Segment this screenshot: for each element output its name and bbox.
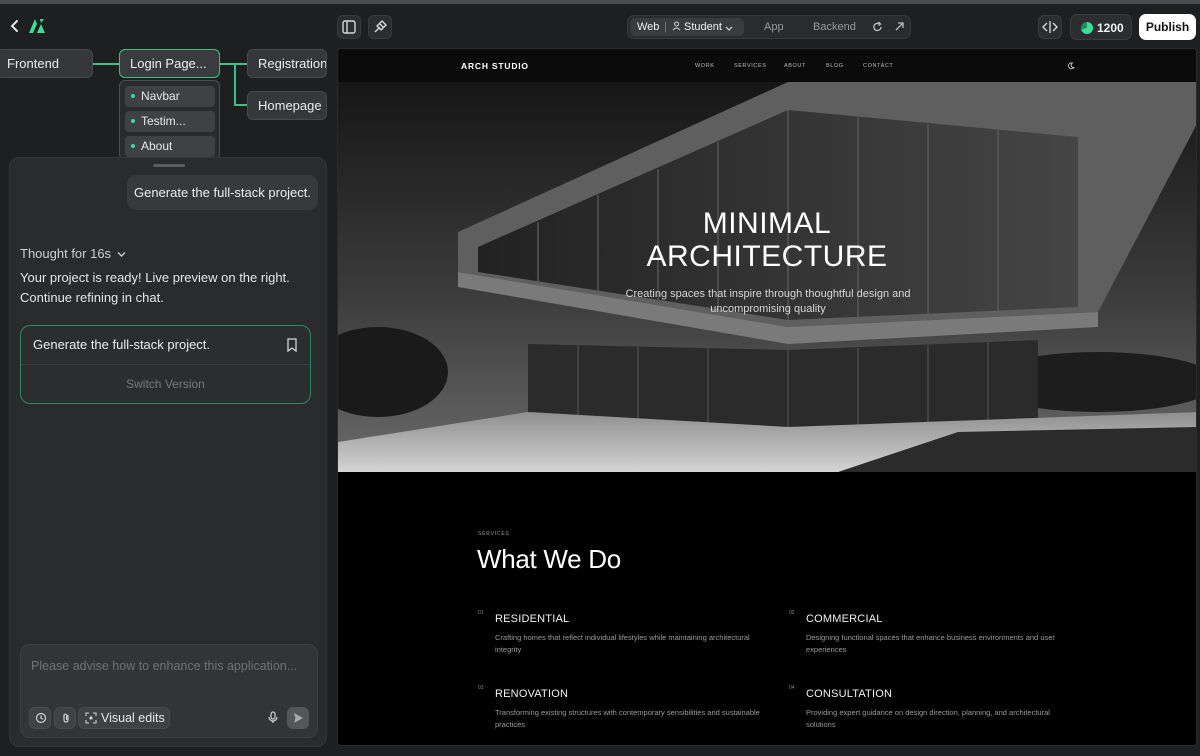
services-section: SERVICES What We Do 01 RESIDENTIAL Craft… (338, 472, 1196, 745)
version-card[interactable]: Generate the full-stack project. Switch … (20, 325, 311, 404)
chevron-down-icon (117, 252, 126, 257)
chat-panel: Generate the full-stack project. Thought… (9, 157, 327, 747)
hero-building-image (338, 82, 1196, 472)
flow-node-login-page[interactable]: Login Page... (119, 49, 220, 78)
site-nav-about[interactable]: ABOUT (784, 63, 806, 69)
divider (21, 364, 310, 365)
flow-node-homepage[interactable]: Homepage (247, 91, 327, 120)
visual-edits-icon (85, 712, 97, 724)
flow-node-registration[interactable]: Registration... (247, 49, 327, 78)
live-preview[interactable]: ARCH STUDIO WORK SERVICES ABOUT BLOG CON… (337, 48, 1197, 746)
version-title: Generate the full-stack project. (33, 337, 211, 352)
hero-subtitle: Creating spaces that inspire through tho… (625, 288, 911, 315)
services-heading: What We Do (477, 544, 621, 574)
chevron-down-icon[interactable] (725, 23, 733, 36)
services-label: SERVICES (478, 531, 510, 537)
view-web-tab[interactable]: Web (637, 21, 659, 34)
app-logo-icon[interactable] (28, 18, 46, 34)
site-nav-contact[interactable]: CONTACT (863, 63, 893, 69)
flow-section-group: Navbar Testim... About (119, 80, 220, 160)
hero-title: MINIMAL ARCHITECTURE (646, 207, 888, 273)
history-icon[interactable] (29, 707, 51, 729)
site-navbar: ARCH STUDIO WORK SERVICES ABOUT BLOG CON… (338, 49, 1196, 82)
flow-node-frontend[interactable]: Frontend (0, 49, 93, 78)
user-icon (672, 21, 681, 35)
site-brand[interactable]: ARCH STUDIO (461, 61, 529, 71)
assistant-reply: Your project is ready! Live preview on t… (20, 270, 290, 305)
top-bar: Web | Student App Backend 1200 Publish (0, 4, 1200, 48)
flow-connector (234, 104, 247, 106)
bookmark-icon[interactable] (286, 338, 298, 352)
credits-count: 1200 (1097, 21, 1124, 35)
code-view-icon[interactable] (1038, 15, 1062, 39)
flow-section-about[interactable]: About (125, 136, 215, 157)
site-nav-work[interactable]: WORK (695, 63, 715, 69)
user-message: Generate the full-stack project. (127, 175, 318, 210)
credits-icon (1081, 22, 1093, 34)
chat-input-box: Please advise how to enhance this applic… (20, 644, 318, 738)
switch-version-button[interactable]: Switch Version (21, 377, 310, 391)
hero-section: MINIMAL ARCHITECTURE Creating spaces tha… (338, 82, 1196, 472)
open-external-icon[interactable] (894, 21, 905, 36)
view-app-tab[interactable]: App (764, 21, 784, 34)
flow-section-navbar[interactable]: Navbar (125, 86, 215, 107)
site-nav-services[interactable]: SERVICES (734, 63, 767, 69)
design-tool-icon[interactable] (368, 15, 392, 39)
sidebar-toggle-icon[interactable] (337, 15, 361, 39)
view-separator: | (664, 21, 667, 33)
flow-section-testimonials[interactable]: Testim... (125, 111, 215, 132)
send-button[interactable] (287, 707, 309, 729)
view-backend-tab[interactable]: Backend (813, 21, 856, 34)
chat-input[interactable]: Please advise how to enhance this applic… (31, 659, 297, 673)
student-selector[interactable]: Student (684, 21, 722, 34)
microphone-icon[interactable] (262, 707, 284, 729)
drag-handle[interactable] (153, 164, 185, 167)
send-icon (294, 713, 303, 723)
flow-connector (93, 63, 120, 65)
thought-toggle[interactable]: Thought for 16s (20, 246, 126, 261)
flow-connector (234, 63, 236, 105)
theme-toggle-icon[interactable] (1067, 62, 1075, 70)
publish-button[interactable]: Publish (1139, 14, 1196, 40)
view-mode-switch: Web | Student App Backend (627, 15, 911, 39)
back-icon[interactable] (9, 18, 23, 34)
refresh-icon[interactable] (872, 21, 883, 37)
visual-edits-button[interactable]: Visual edits (78, 707, 170, 729)
site-nav-blog[interactable]: BLOG (826, 63, 844, 69)
credits-badge[interactable]: 1200 (1070, 14, 1132, 40)
attachment-icon[interactable] (54, 707, 76, 729)
